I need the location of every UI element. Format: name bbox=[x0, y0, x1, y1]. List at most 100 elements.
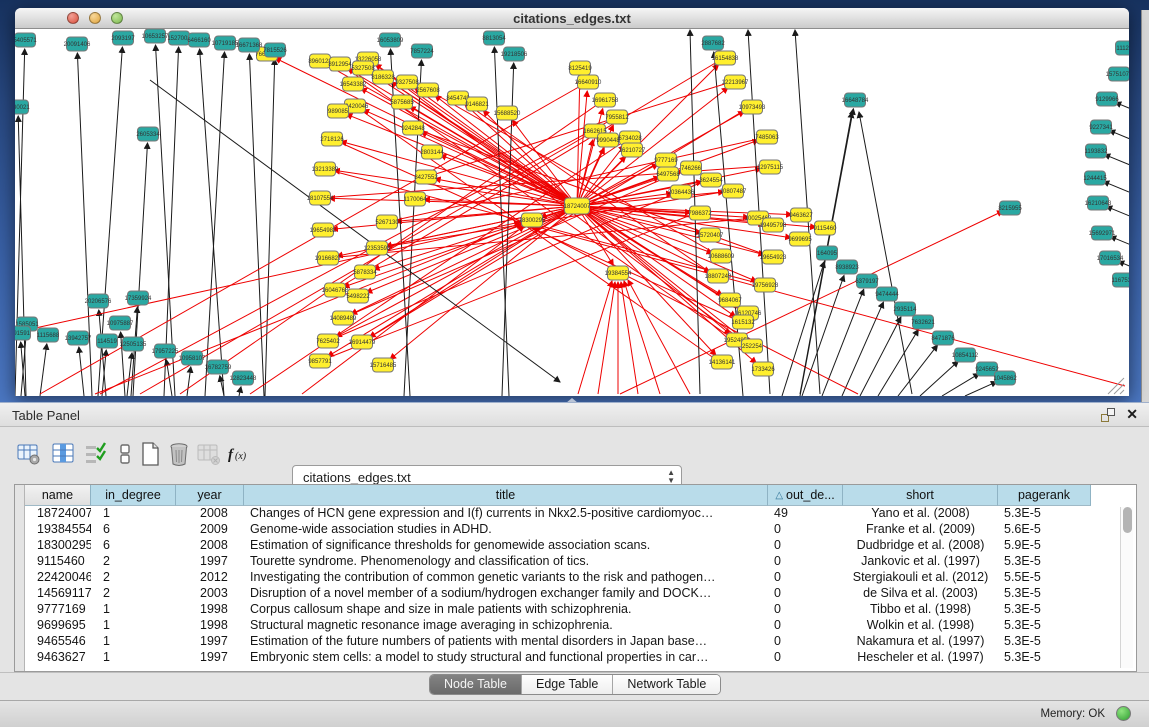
network-node[interactable]: 1167530 bbox=[1112, 273, 1129, 287]
network-node[interactable]: 8215955 bbox=[998, 201, 1022, 215]
network-node[interactable]: 12823448 bbox=[230, 371, 257, 385]
network-node[interactable]: 18807249 bbox=[705, 269, 732, 283]
network-node[interactable]: 9777169 bbox=[654, 153, 678, 167]
network-node[interactable]: 19384554 bbox=[605, 266, 632, 280]
network-node[interactable]: 746266 bbox=[681, 161, 702, 175]
network-edge[interactable] bbox=[17, 222, 520, 332]
network-node[interactable]: 1733426 bbox=[751, 362, 775, 376]
network-node[interactable]: 5405571 bbox=[15, 33, 37, 47]
network-node[interactable]: 8813054 bbox=[482, 31, 506, 45]
table-row[interactable]: 1456911722003Disruption of a novel membe… bbox=[25, 586, 1091, 602]
network-window-titlebar[interactable]: citations_edges.txt bbox=[15, 8, 1129, 29]
network-node[interactable]: 2935114 bbox=[894, 302, 918, 316]
network-edge[interactable] bbox=[180, 102, 601, 394]
network-node[interactable]: 9129966 bbox=[1095, 92, 1119, 106]
network-node[interactable]: 5878334 bbox=[353, 265, 377, 279]
network-node[interactable]: 15716485 bbox=[370, 358, 397, 372]
network-node[interactable]: 10973493 bbox=[739, 100, 766, 114]
network-node[interactable]: 9327508 bbox=[395, 75, 419, 89]
network-node[interactable]: 1115688 bbox=[37, 328, 60, 342]
network-node[interactable]: 9146821 bbox=[465, 97, 489, 111]
network-node[interactable]: 10653257 bbox=[142, 29, 169, 43]
network-node[interactable]: 6379197 bbox=[855, 274, 879, 288]
network-node[interactable]: 18724007 bbox=[564, 198, 591, 214]
table-row[interactable]: 946554611997Estimation of the future num… bbox=[25, 634, 1091, 650]
network-node[interactable]: 16671368 bbox=[236, 38, 263, 52]
delete-table-icon[interactable] bbox=[166, 441, 192, 467]
network-edge[interactable] bbox=[1103, 181, 1129, 192]
table-row[interactable]: 911546021997Tourette syndrome. Phenomeno… bbox=[25, 554, 1091, 570]
tab-node-table[interactable]: Node Table bbox=[430, 675, 522, 694]
network-node[interactable]: 3624554 bbox=[699, 173, 723, 187]
network-node[interactable]: 20364436 bbox=[668, 185, 695, 199]
network-edge[interactable] bbox=[156, 45, 176, 396]
network-node[interactable]: 16782759 bbox=[205, 360, 232, 374]
network-node[interactable]: 8938923 bbox=[835, 260, 859, 274]
unselect-all-icon[interactable] bbox=[112, 441, 138, 467]
network-node[interactable]: 18300295 bbox=[519, 213, 546, 227]
network-edge[interactable] bbox=[859, 112, 912, 394]
column-header-indegree[interactable]: in_degree bbox=[91, 485, 176, 506]
network-node[interactable]: 19654923 bbox=[760, 250, 787, 264]
network-node[interactable]: 19218506 bbox=[501, 47, 528, 61]
network-edge[interactable] bbox=[40, 344, 47, 396]
network-node[interactable]: 10688609 bbox=[708, 249, 735, 263]
network-node[interactable]: 8125419 bbox=[568, 61, 592, 75]
network-node[interactable]: 16961758 bbox=[592, 93, 619, 107]
show-columns-icon[interactable] bbox=[50, 441, 76, 467]
network-node[interactable]: 16914479 bbox=[349, 335, 376, 349]
network-node[interactable]: 17957225 bbox=[152, 344, 179, 358]
network-node[interactable]: 1170064 bbox=[404, 192, 428, 206]
network-edge[interactable] bbox=[494, 47, 509, 396]
network-node[interactable]: 2567608 bbox=[416, 83, 440, 97]
network-node[interactable]: 17016534 bbox=[1097, 251, 1124, 265]
network-node[interactable]: 6466160 bbox=[187, 33, 211, 47]
network-node[interactable]: 1045862 bbox=[993, 371, 1017, 385]
network-node[interactable]: 14089489 bbox=[330, 311, 357, 325]
network-node[interactable]: 20091406 bbox=[64, 37, 91, 51]
network-node[interactable]: 7857224 bbox=[410, 44, 434, 58]
network-node[interactable]: 8471876 bbox=[931, 331, 955, 345]
network-node[interactable]: 989085 bbox=[328, 104, 349, 118]
network-edge[interactable] bbox=[860, 317, 901, 396]
network-node[interactable]: 17359924 bbox=[125, 291, 152, 305]
network-edge[interactable] bbox=[802, 276, 844, 397]
table-scrollbar[interactable] bbox=[1120, 507, 1133, 668]
network-node[interactable]: 13213389 bbox=[312, 162, 339, 176]
network-node[interactable]: 16648784 bbox=[842, 93, 869, 107]
network-node[interactable]: 7485063 bbox=[755, 130, 779, 144]
network-graph[interactable]: 7663822896012889129541322605853275088186… bbox=[15, 29, 1129, 396]
network-node[interactable]: 15751074 bbox=[1106, 67, 1129, 81]
network-edge[interactable] bbox=[239, 387, 241, 396]
network-node[interactable]: 114519 bbox=[97, 334, 118, 348]
network-edge[interactable] bbox=[920, 361, 958, 396]
network-node[interactable]: 16210727 bbox=[619, 143, 646, 157]
network-node[interactable]: 1193832 bbox=[1085, 144, 1109, 158]
network-node[interactable]: 15688520 bbox=[494, 106, 521, 120]
network-node[interactable]: 15720407 bbox=[697, 228, 724, 242]
network-node[interactable]: 7625402 bbox=[316, 334, 340, 348]
network-node[interactable]: 9463627 bbox=[789, 208, 813, 222]
float-window-icon[interactable] bbox=[1101, 408, 1115, 422]
network-node[interactable]: 391591 bbox=[15, 326, 31, 340]
network-edge[interactable] bbox=[99, 310, 106, 396]
network-node[interactable]: 7986372 bbox=[688, 206, 712, 220]
function-builder-icon[interactable]: f(x) bbox=[226, 441, 252, 467]
network-node[interactable]: 19495798 bbox=[760, 218, 787, 232]
network-edge[interactable] bbox=[842, 302, 883, 396]
network-node[interactable]: 12505135 bbox=[120, 337, 147, 351]
network-node[interactable]: 9990448 bbox=[596, 133, 620, 147]
table-row[interactable]: 1830029562008Estimation of significance … bbox=[25, 538, 1091, 554]
network-node[interactable]: 10975887 bbox=[107, 316, 134, 330]
network-node[interactable]: 19166827 bbox=[315, 251, 342, 265]
network-node[interactable]: 5267130 bbox=[375, 215, 399, 229]
network-edge[interactable] bbox=[187, 367, 191, 396]
resize-grip-icon[interactable] bbox=[1108, 378, 1124, 394]
network-edge[interactable] bbox=[1109, 130, 1129, 141]
network-node[interactable]: 8912954 bbox=[328, 57, 352, 71]
network-node[interactable]: 18107554 bbox=[307, 191, 334, 205]
tab-edge-table[interactable]: Edge Table bbox=[522, 675, 613, 694]
network-node[interactable]: 10958107 bbox=[179, 351, 206, 365]
network-node[interactable]: 2530021 bbox=[15, 100, 30, 114]
network-node[interactable]: 16210643 bbox=[1085, 196, 1112, 210]
